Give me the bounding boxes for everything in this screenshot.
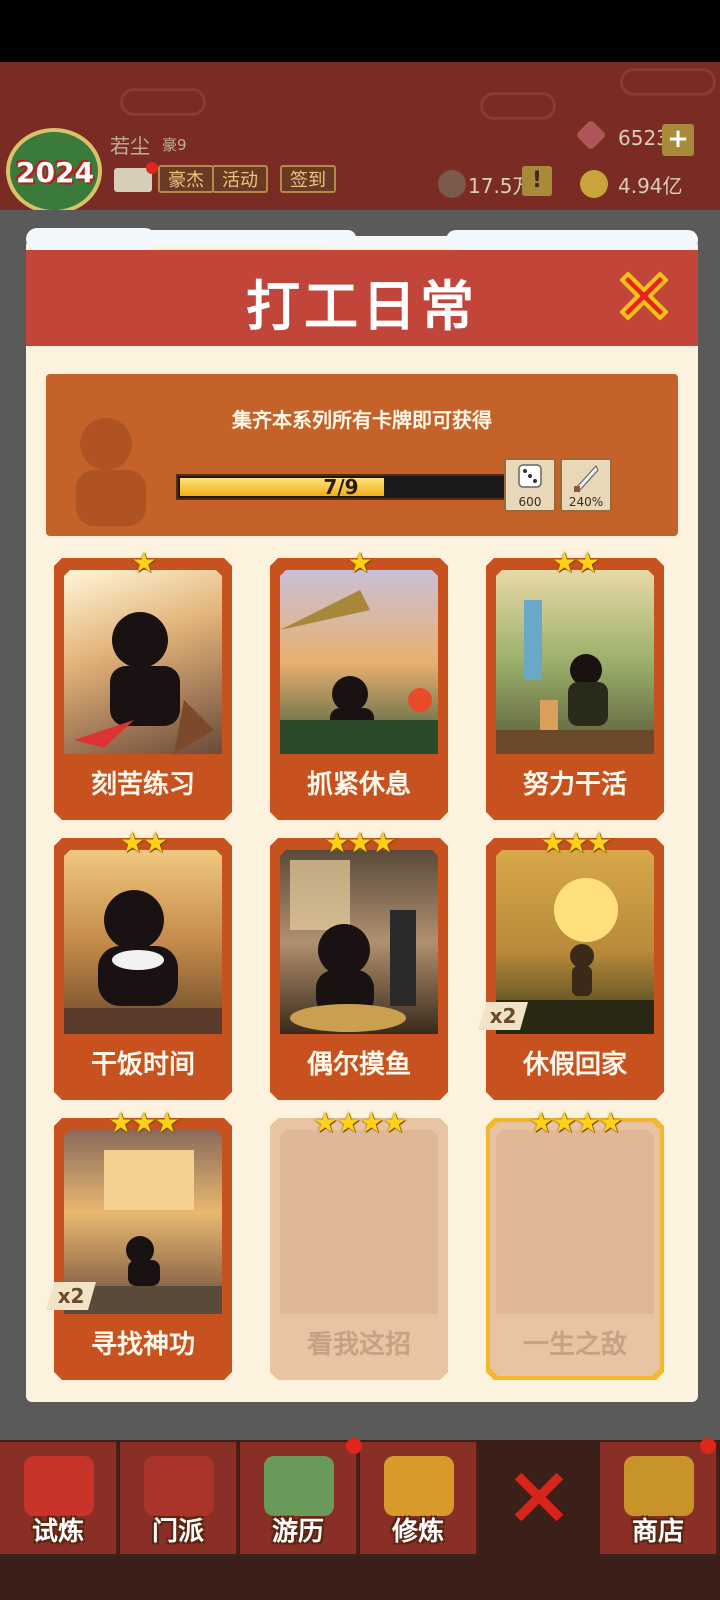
nav-label: 修炼 <box>391 1517 444 1547</box>
card-art <box>280 570 438 754</box>
card-label: 抓紧休息 <box>306 770 411 800</box>
star-rating: ★ <box>347 546 372 579</box>
card-label: 看我这招 <box>306 1330 411 1360</box>
card-watch-move-locked[interactable]: ★★★★ 看我这招 <box>270 1106 448 1380</box>
player-name: 若尘 <box>110 134 150 158</box>
card-label: 休假回家 <box>522 1050 627 1080</box>
temple-icon <box>144 1456 214 1516</box>
card-nemesis-locked[interactable]: ★★★★ 一生之敌 <box>486 1106 664 1380</box>
nav-notification-dot <box>700 1438 716 1454</box>
reward-blade[interactable]: 240% <box>560 458 612 512</box>
card-vacation[interactable]: ★★★ x2 休假回家 <box>486 826 664 1100</box>
card-hard-practice[interactable]: ★ 刻苦练习 <box>54 546 232 820</box>
star-rating: ★★★ <box>108 1106 179 1139</box>
player-level: 豪9 <box>162 136 187 154</box>
nav-trial[interactable]: 试炼 <box>0 1442 118 1554</box>
nav-shop[interactable]: 商店 <box>600 1442 718 1554</box>
card-slack-off[interactable]: ★★★ 偶尔摸鱼 <box>270 826 448 1100</box>
crossed-swords-icon <box>514 1472 564 1522</box>
dice-icon <box>518 464 542 488</box>
close-button[interactable] <box>614 266 674 326</box>
star-rating: ★★★★ <box>312 1106 407 1139</box>
activity-button[interactable]: 活动 <box>212 165 268 193</box>
power-icon <box>438 170 466 198</box>
nav-label: 门派 <box>151 1517 204 1547</box>
progress-text: 7/9 <box>323 475 359 499</box>
close-icon <box>620 272 668 320</box>
avatar-year: 2024 <box>16 156 94 189</box>
nav-battle[interactable] <box>480 1442 598 1554</box>
card-work-hard[interactable]: ★★ 努力干活 <box>486 546 664 820</box>
collection-hint: 集齐本系列所有卡牌即可获得 <box>232 408 492 432</box>
blade-icon <box>574 464 599 492</box>
card-seek-skill[interactable]: ★★★ x2 寻找神功 <box>54 1106 232 1380</box>
card-label: 偶尔摸鱼 <box>306 1050 411 1080</box>
firecracker-icon <box>24 1456 94 1516</box>
card-art <box>280 850 438 1034</box>
mail-notification-dot <box>146 162 158 174</box>
star-rating: ★★★ <box>540 826 611 859</box>
reward-dice[interactable]: 600 <box>504 458 556 512</box>
star-rating: ★ <box>131 546 156 579</box>
star-rating: ★★ <box>551 546 600 579</box>
card-art <box>64 570 222 754</box>
card-label: 努力干活 <box>522 770 627 800</box>
nav-cultivate[interactable]: 修炼 <box>360 1442 478 1554</box>
card-label: 寻找神功 <box>90 1330 195 1360</box>
top-hud <box>0 62 720 210</box>
nav-label: 游历 <box>271 1517 324 1547</box>
power-alert-button[interactable]: ! <box>522 166 552 196</box>
card-label: 刻苦练习 <box>90 770 195 800</box>
star-rating: ★★★★ <box>528 1106 623 1139</box>
dialog-title: 打工日常 <box>246 275 478 338</box>
card-rest[interactable]: ★ 抓紧休息 <box>270 546 448 820</box>
card-meal-time[interactable]: ★★ 干饭时间 <box>54 826 232 1100</box>
card-label: 干饭时间 <box>90 1050 195 1080</box>
card-art <box>64 850 222 1034</box>
add-gems-button[interactable]: + <box>662 124 694 156</box>
card-art <box>496 570 654 754</box>
mountain-icon <box>264 1456 334 1516</box>
card-art-placeholder <box>496 1130 654 1314</box>
nav-travel[interactable]: 游历 <box>240 1442 358 1554</box>
duplicate-badge: x2 <box>46 1282 96 1310</box>
status-bar <box>0 0 720 62</box>
nav-notification-dot <box>346 1438 362 1454</box>
heroes-button[interactable]: 豪杰 <box>158 165 214 193</box>
star-rating: ★★★ <box>324 826 395 859</box>
coins-value: 4.94亿 <box>618 174 683 198</box>
shop-icon <box>624 1456 694 1516</box>
card-art-placeholder <box>280 1130 438 1314</box>
avatar[interactable]: 2024 <box>6 128 102 214</box>
nav-label: 商店 <box>631 1517 684 1547</box>
coin-icon <box>580 170 608 198</box>
nav-sect[interactable]: 门派 <box>120 1442 238 1554</box>
reward-blade-value: 240% <box>568 495 604 509</box>
reward-dice-value: 600 <box>518 495 542 509</box>
scroll-book-icon <box>384 1456 454 1516</box>
duplicate-badge: x2 <box>478 1002 528 1030</box>
star-rating: ★★ <box>119 826 168 859</box>
nav-label: 试炼 <box>31 1517 84 1547</box>
card-label: 一生之敌 <box>522 1330 627 1360</box>
snow-decoration <box>26 226 698 252</box>
signin-button[interactable]: 签到 <box>280 165 336 193</box>
